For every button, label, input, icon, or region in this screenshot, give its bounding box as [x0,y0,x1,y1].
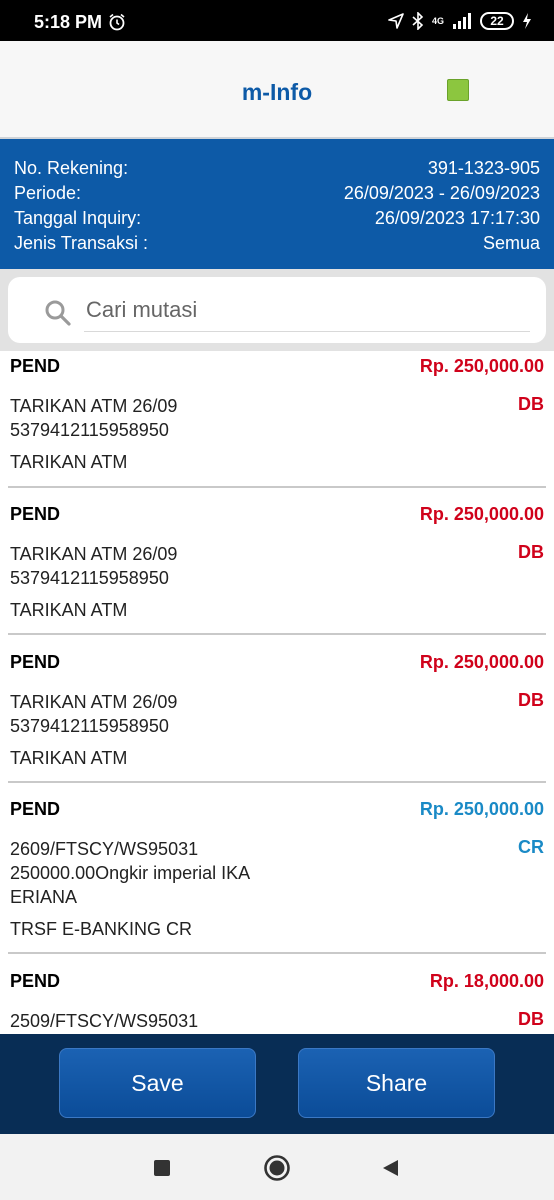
battery-level: 22 [490,14,504,28]
period-value: 26/09/2023 - 26/09/2023 [343,182,540,203]
transaction-description: 2609/FTSCY/WS95031 250000.00Ongkir imper… [10,839,251,907]
transaction-category: TARIKAN ATM [10,452,128,472]
divider [8,781,546,783]
transaction-status: PEND [10,652,61,672]
divider [8,952,546,954]
transaction-type-badge: DB [518,542,544,562]
bluetooth-icon [412,12,424,30]
status-indicator-icon [447,79,469,101]
transaction-amount: Rp. 250,000.00 [419,356,544,376]
alarm-icon [109,13,125,31]
period-label: Periode: [14,182,82,203]
search-area [0,269,554,351]
transaction-status: PEND [10,971,61,991]
inquiry-date-value: 26/09/2023 17:17:30 [374,207,540,228]
share-button[interactable]: Share [298,1048,495,1118]
network-type: 4G [431,15,444,26]
transaction-type-badge: CR [518,837,544,857]
transaction-type-row: Jenis Transaksi : Semua [14,230,540,256]
list-item[interactable]: PEND Rp. 250,000.00 TARIKAN ATM 26/09 53… [0,499,554,647]
save-button[interactable]: Save [59,1048,256,1118]
charging-icon [523,13,531,29]
account-number-value: 391-1323-905 [427,157,540,178]
transaction-status: PEND [10,799,61,819]
search-box[interactable] [8,277,546,343]
transaction-amount: Rp. 250,000.00 [419,652,544,672]
transaction-amount: Rp. 18,000.00 [429,971,544,991]
transaction-type-badge: DB [518,394,544,414]
list-item[interactable]: PEND Rp. 250,000.00 2609/FTSCY/WS95031 2… [0,794,554,966]
account-number-row: No. Rekening: 391-1323-905 [14,155,540,181]
recents-button[interactable] [148,1154,176,1182]
search-icon [45,300,71,326]
circle-icon [264,1155,290,1181]
transaction-status: PEND [10,356,61,376]
transaction-amount: Rp. 250,000.00 [419,799,544,819]
transaction-category: TRSF E-BANKING CR [10,919,193,939]
transaction-type-badge: DB [518,1009,544,1029]
battery-icon: 22 [480,12,514,30]
transaction-status: PEND [10,504,61,524]
list-item[interactable]: PEND Rp. 250,000.00 TARIKAN ATM 26/09 53… [0,351,554,499]
transaction-description: 2509/FTSCY/WS95031 [10,1011,199,1031]
transaction-type-value: Semua [482,232,540,253]
home-button[interactable] [263,1154,291,1182]
transaction-description: TARIKAN ATM 26/09 5379412115958950 [10,544,178,588]
status-icons: 4G 22 [388,10,532,32]
list-item[interactable]: PEND Rp. 18,000.00 2509/FTSCY/WS95031 DB [0,966,554,1034]
account-number-label: No. Rekening: [14,157,129,178]
square-icon [154,1160,170,1176]
period-row: Periode: 26/09/2023 - 26/09/2023 [14,180,540,206]
inquiry-date-label: Tanggal Inquiry: [14,207,142,228]
back-button[interactable] [376,1154,404,1182]
triangle-back-icon [383,1160,398,1176]
navigation-bar [0,1134,554,1200]
divider [8,633,546,635]
account-info-panel: No. Rekening: 391-1323-905 Periode: 26/0… [0,139,554,269]
transaction-description: TARIKAN ATM 26/09 5379412115958950 [10,396,178,440]
app-header: m-Info [0,41,554,139]
transaction-amount: Rp. 250,000.00 [419,504,544,524]
status-time: 5:18 PM [34,12,103,32]
transaction-type-badge: DB [518,690,544,710]
transaction-description: TARIKAN ATM 26/09 5379412115958950 [10,692,178,736]
signal-icon [453,13,471,29]
inquiry-date-row: Tanggal Inquiry: 26/09/2023 17:17:30 [14,205,540,231]
transaction-type-label: Jenis Transaksi : [14,232,149,253]
search-input[interactable] [86,291,526,329]
transaction-category: TARIKAN ATM [10,600,128,620]
transaction-list[interactable]: PEND Rp. 250,000.00 TARIKAN ATM 26/09 53… [0,351,554,1034]
search-underline [84,331,530,332]
divider [8,486,546,488]
status-bar: 5:18 PM 4G 22 [0,0,554,41]
location-icon [388,13,404,29]
transaction-category: TARIKAN ATM [10,748,128,768]
action-bar: Save Share [0,1034,554,1134]
page-title: m-Info [241,79,313,105]
list-item[interactable]: PEND Rp. 250,000.00 TARIKAN ATM 26/09 53… [0,647,554,795]
